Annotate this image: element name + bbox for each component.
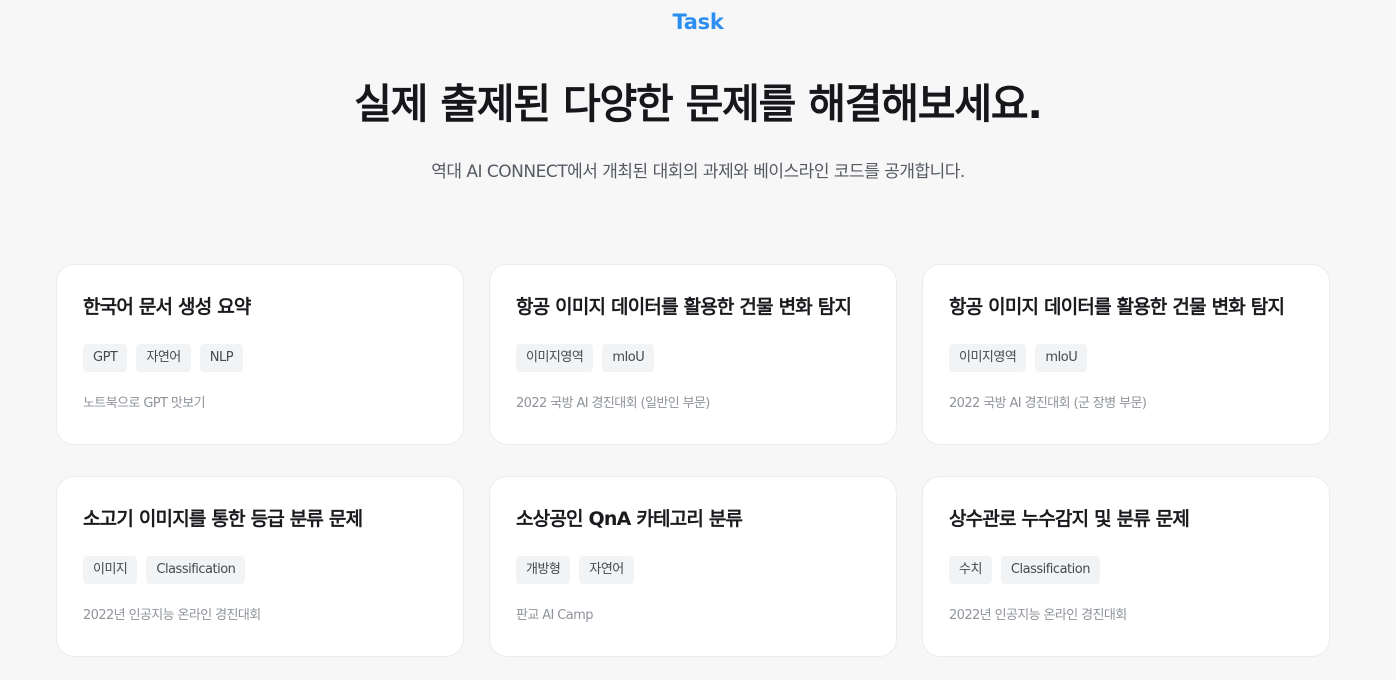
task-tag: NLP	[199, 344, 244, 372]
task-tag: 개방형	[516, 556, 571, 584]
task-tag: Classification	[146, 556, 246, 584]
task-tag: 이미지영역	[516, 344, 594, 372]
task-tag: 자연어	[136, 344, 191, 372]
task-tag: Classification	[1000, 556, 1100, 584]
task-tag: 이미지영역	[949, 344, 1027, 372]
task-card-competition: 2022년 인공지능 온라인 경진대회	[949, 608, 1127, 623]
task-card[interactable]: 한국어 문서 생성 요약 GPT 자연어 NLP 노트북으로 GPT 맛보기	[56, 264, 464, 445]
task-card-tags: 수치 Classification	[949, 556, 1303, 584]
task-card-tags: 개방형 자연어	[516, 556, 870, 584]
task-tag: mIoU	[602, 344, 655, 372]
task-card[interactable]: 상수관로 누수감지 및 분류 문제 수치 Classification 2022…	[922, 476, 1330, 657]
section-headline: 실제 출제된 다양한 문제를 해결해보세요.	[354, 80, 1043, 128]
task-card-title: 항공 이미지 데이터를 활용한 건물 변화 탐지	[949, 296, 1285, 318]
task-card-tags: 이미지영역 mIoU	[516, 344, 870, 372]
section-subtitle: 역대 AI CONNECT에서 개최된 대회의 과제와 베이스라인 코드를 공개…	[431, 162, 965, 182]
task-card-title: 항공 이미지 데이터를 활용한 건물 변화 탐지	[516, 296, 852, 318]
task-card[interactable]: 소상공인 QnA 카테고리 분류 개방형 자연어 판교 AI Camp	[489, 476, 897, 657]
task-card-competition: 판교 AI Camp	[516, 608, 593, 623]
task-card-competition: 노트북으로 GPT 맛보기	[83, 396, 206, 411]
task-card-title: 소고기 이미지를 통한 등급 분류 문제	[83, 508, 363, 530]
task-card-title: 소상공인 QnA 카테고리 분류	[516, 508, 743, 530]
task-card-title: 한국어 문서 생성 요약	[83, 296, 251, 318]
task-card[interactable]: 항공 이미지 데이터를 활용한 건물 변화 탐지 이미지영역 mIoU 2022…	[922, 264, 1330, 445]
task-card-competition: 2022 국방 AI 경진대회 (군 장병 부문)	[949, 396, 1147, 411]
section-eyebrow: Task	[672, 10, 724, 34]
task-tag: 이미지	[83, 556, 138, 584]
task-card-tags: 이미지영역 mIoU	[949, 344, 1303, 372]
task-tag: 자연어	[579, 556, 634, 584]
task-card-tags: 이미지 Classification	[83, 556, 437, 584]
task-card[interactable]: 항공 이미지 데이터를 활용한 건물 변화 탐지 이미지영역 mIoU 2022…	[489, 264, 897, 445]
task-card-tags: GPT 자연어 NLP	[83, 344, 437, 372]
task-card-competition: 2022년 인공지능 온라인 경진대회	[83, 608, 261, 623]
task-card-title: 상수관로 누수감지 및 분류 문제	[949, 508, 1190, 530]
task-card-grid: 한국어 문서 생성 요약 GPT 자연어 NLP 노트북으로 GPT 맛보기 항…	[56, 264, 1330, 657]
task-tag: 수치	[949, 556, 992, 584]
task-card-competition: 2022 국방 AI 경진대회 (일반인 부문)	[516, 396, 710, 411]
task-card[interactable]: 소고기 이미지를 통한 등급 분류 문제 이미지 Classification …	[56, 476, 464, 657]
task-tag: mIoU	[1035, 344, 1088, 372]
task-tag: GPT	[83, 344, 128, 372]
